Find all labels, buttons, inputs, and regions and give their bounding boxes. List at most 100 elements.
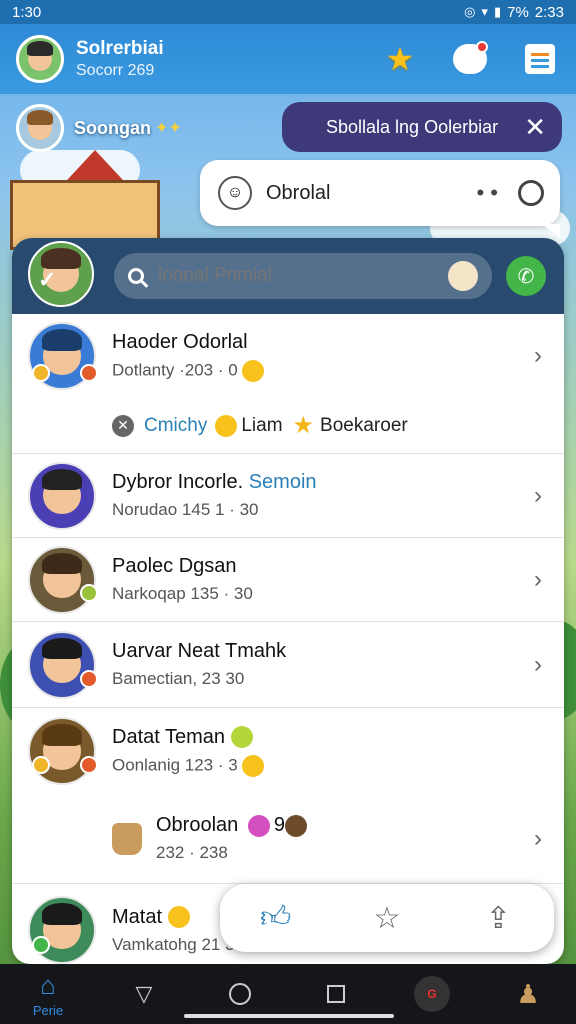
- close-icon[interactable]: ✕: [524, 112, 546, 143]
- sub-item-suffix: 9: [273, 814, 285, 836]
- contact-avatar: [28, 545, 96, 614]
- notifications-button[interactable]: [450, 39, 490, 79]
- sticker-icon[interactable]: [448, 261, 478, 291]
- header-subtitle: Socorr 269: [76, 62, 155, 79]
- sparkle-icon: ✦✦: [155, 120, 182, 137]
- profile-avatar[interactable]: [16, 35, 64, 83]
- chat-panel: ✓ ✆ Haoder Odorlal Dotlanty ·203 · 0 › ✕…: [12, 238, 564, 964]
- status-time: 1:30: [12, 3, 42, 21]
- chevron-right-icon[interactable]: ›: [534, 342, 542, 370]
- document-button[interactable]: [520, 39, 560, 79]
- contact-name: Matat: [112, 905, 163, 928]
- wink-emoji-icon: [215, 414, 238, 437]
- battery-level: 7%: [507, 3, 529, 21]
- fruit-emoji-icon: [230, 726, 253, 749]
- status-badge: [80, 364, 98, 382]
- search-bar-row: ✓ ✆: [12, 238, 564, 314]
- contact-name: Uarvar Neat Tmahk: [112, 640, 287, 662]
- alarm-icon: ◎: [464, 4, 476, 19]
- notification-dot: [476, 41, 488, 53]
- reaction-extra: Boekaroer: [320, 414, 408, 436]
- search-icon: [128, 268, 144, 284]
- sub-list-item[interactable]: Obroolan 9 232 · 238 ›: [12, 794, 564, 884]
- home-indicator[interactable]: [184, 1014, 394, 1018]
- chat-bubble[interactable]: ☺ Obrolal • •: [200, 160, 560, 238]
- character-icon: ♟: [516, 978, 540, 1009]
- list-item[interactable]: Datat Teman Oonlanig 123 · 3: [12, 708, 564, 794]
- nav-home-system[interactable]: [210, 983, 270, 1005]
- contact-status: Dotlanty ·203 · 0: [112, 359, 238, 379]
- search-input[interactable]: [158, 265, 448, 287]
- reaction-name: Liam: [241, 414, 283, 436]
- chat-icon: ▽: [135, 981, 153, 1006]
- status-badge: [32, 756, 50, 774]
- game-user-avatar: [16, 104, 64, 152]
- character-icon: ☺: [218, 176, 252, 210]
- contact-name: Haoder Odorlal: [112, 330, 248, 353]
- star-icon: ★: [292, 412, 315, 439]
- close-circle-icon[interactable]: ✕: [112, 414, 134, 437]
- contact-name: Datat Teman: [112, 725, 226, 748]
- list-item[interactable]: Uarvar Neat Tmahk Bamectian, 23 30 ›: [12, 622, 564, 708]
- contact-tag: Semoin: [248, 471, 317, 493]
- reaction-row: ✕ Cmichy Liam ★ Boekaroer: [12, 398, 564, 454]
- smile-emoji-icon: [167, 906, 190, 929]
- nav-character[interactable]: ♟: [498, 979, 558, 1010]
- document-icon: [525, 44, 555, 74]
- nav-recents[interactable]: [306, 985, 366, 1003]
- my-avatar[interactable]: ✓: [28, 241, 94, 307]
- chevron-right-icon[interactable]: ›: [534, 651, 542, 679]
- square-icon: [327, 985, 345, 1003]
- contact-name: Dybror Incorle.: [112, 471, 244, 493]
- contact-avatar: [28, 717, 96, 785]
- chevron-right-icon[interactable]: ›: [534, 825, 542, 853]
- floating-action-bar: 👍︎ ☆ ⇪: [220, 884, 554, 952]
- search-chat-icon[interactable]: [518, 180, 544, 206]
- bag-icon: [112, 822, 142, 855]
- nav-google[interactable]: G: [402, 976, 462, 1012]
- thumbs-up-icon[interactable]: 👍︎: [256, 898, 296, 938]
- sub-item-status: 232 · 238: [156, 843, 228, 862]
- nav-chat[interactable]: ▽: [114, 981, 174, 1007]
- status-badge: [80, 584, 98, 602]
- toast-text: Sbollala lng Oolerbiar: [326, 116, 499, 137]
- game-user-name: Soongan: [74, 117, 151, 138]
- wifi-icon: ▾: [481, 4, 488, 19]
- sub-item-title: Obroolan: [156, 814, 239, 836]
- signal-icon: ▮: [493, 4, 502, 19]
- star-outline-icon[interactable]: ☆: [367, 898, 407, 938]
- app-header: Solrerbiai Socorr 269 ★: [0, 24, 576, 94]
- search-box[interactable]: [114, 253, 492, 299]
- circle-icon: [229, 983, 251, 1005]
- status-clock: 2:33: [534, 3, 564, 21]
- share-icon[interactable]: ⇪: [478, 898, 518, 938]
- contact-list: Haoder Odorlal Dotlanty ·203 · 0 › ✕ Cmi…: [12, 314, 564, 964]
- header-title: Solrerbiai: [76, 38, 164, 59]
- nav-home[interactable]: ⌂ Perie: [18, 970, 78, 1018]
- smile-emoji-icon: [242, 754, 265, 777]
- status-badge: [80, 670, 98, 688]
- call-button[interactable]: ✆: [506, 256, 546, 296]
- contact-status: Narkoqap 135 · 30: [112, 584, 253, 603]
- status-badge: [80, 756, 98, 774]
- toast-notification[interactable]: Sbollala lng Oolerbiar ✕: [282, 102, 562, 152]
- more-dots[interactable]: • •: [476, 180, 498, 206]
- list-item[interactable]: Dybror Incorle. Semoin Norudao 145 1 · 3…: [12, 454, 564, 538]
- contact-avatar: [28, 630, 96, 699]
- nav-home-label: Perie: [32, 1003, 64, 1018]
- check-icon: ✓: [38, 267, 57, 292]
- status-bar: 1:30 ◎ ▾ ▮ 7% 2:33: [0, 0, 576, 24]
- chevron-right-icon[interactable]: ›: [534, 566, 542, 594]
- list-item[interactable]: Haoder Odorlal Dotlanty ·203 · 0 ›: [12, 314, 564, 398]
- contact-status: Oonlanig 123 · 3: [112, 754, 238, 774]
- brown-emoji-icon: [284, 814, 307, 837]
- contact-status: Norudao 145 1 · 30: [112, 500, 259, 519]
- star-icon[interactable]: ★: [380, 39, 420, 79]
- reaction-label: Cmichy: [144, 414, 208, 436]
- list-item[interactable]: Paolec Dgsan Narkoqap 135 · 30 ›: [12, 538, 564, 622]
- contact-name: Paolec Dgsan: [112, 555, 237, 577]
- chevron-right-icon[interactable]: ›: [534, 482, 542, 510]
- contact-status: Bamectian, 23 30: [112, 669, 245, 688]
- phone-icon: ✆: [517, 265, 535, 288]
- game-user[interactable]: Soongan ✦✦: [16, 104, 182, 152]
